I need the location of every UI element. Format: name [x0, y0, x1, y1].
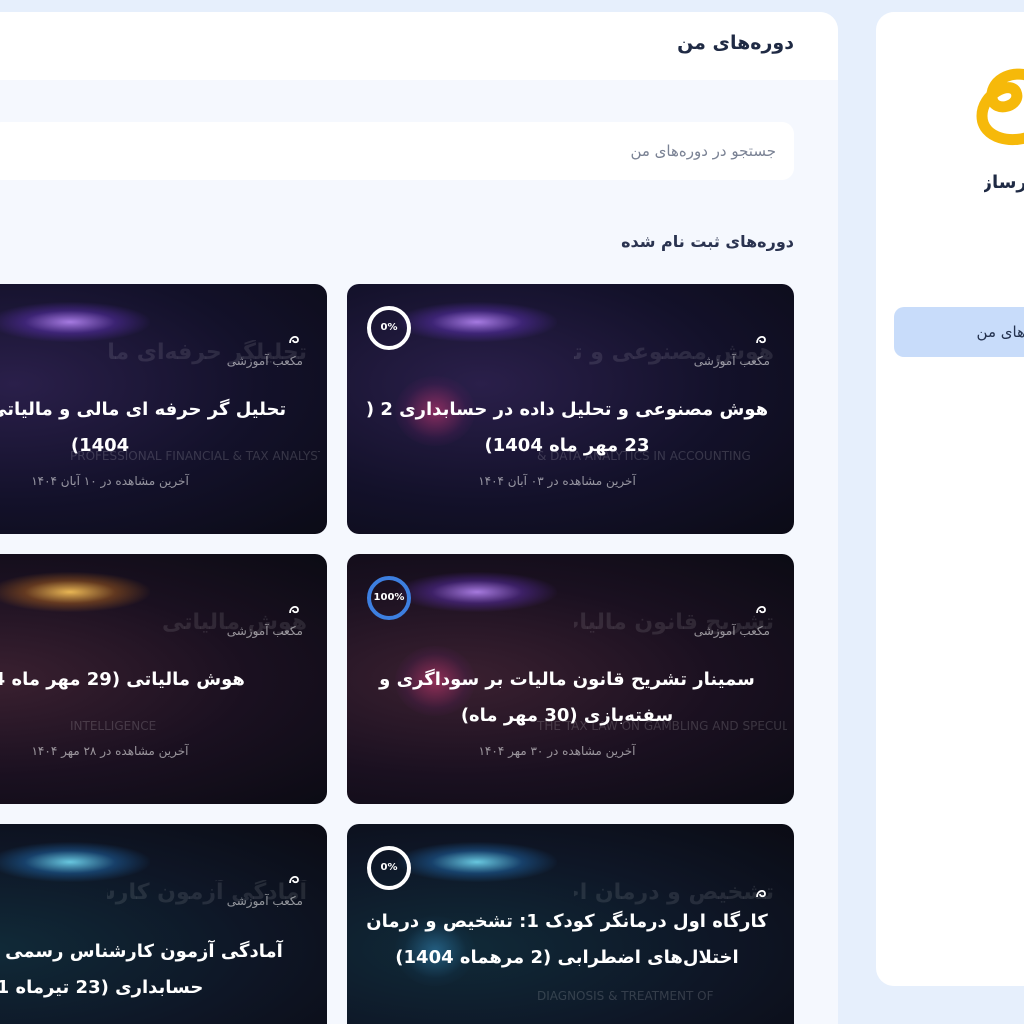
progress-percent: 0% [380, 862, 398, 873]
academy-tag: مکعب آموزشی [693, 624, 770, 638]
academy-tag: مکعب آموزشی [226, 354, 303, 368]
course-card[interactable]: هوش مالیاتی INTELLIGENCE مکعب آموزشی هوش… [0, 554, 327, 804]
last-seen-text: آخرین مشاهده در ۰۳ آبان ۱۴۰۴ [478, 474, 636, 488]
academy-logo-icon [289, 606, 299, 614]
academy-tag: مکعب آموزشی [226, 624, 303, 638]
light-beam-decoration [397, 302, 557, 342]
sidebar: کارساز دوره‌های من [876, 12, 1024, 986]
last-seen-text: آخرین مشاهده در ۳۰ مهر ۱۴۰۴ [478, 744, 636, 758]
course-title: کارگاه اول درمانگر کودک 1: تشخیص و درمان… [366, 911, 768, 968]
course-card[interactable]: هوش مصنوعی و تحلیل داده در حسابداری & DA… [347, 284, 794, 534]
academy-logo-icon [756, 890, 766, 898]
course-title: هوش مصنوعی و تحلیل داده در حسابداری 2 ( … [365, 399, 769, 456]
course-card[interactable]: آمادگی آزمون کارشناس رسمی دادگستری مکعب … [0, 824, 327, 1024]
light-beam-decoration [0, 842, 150, 882]
academy-tag: مکعب آموزشی [226, 894, 303, 908]
light-beam-decoration [397, 572, 557, 612]
last-seen-text: آخرین مشاهده در ۲۸ مهر ۱۴۰۴ [31, 744, 189, 758]
main-header: دوره‌های من [0, 12, 838, 80]
academy-logo-icon [289, 336, 299, 344]
light-beam-decoration [0, 302, 150, 342]
card-bg-title: تشریح قانون مالیات بر سوداگری [574, 610, 774, 635]
card-bg-title: آمادگی آزمون کارشناس رسمی دادگستری [107, 880, 307, 905]
course-title: تحلیل گر حرفه ای مالی و مالیاتی مهر ماه … [0, 399, 287, 456]
light-beam-decoration [0, 572, 150, 612]
sidebar-item-my-courses[interactable]: دوره‌های من [894, 307, 1024, 357]
card-bg-english: DIAGNOSIS & TREATMENT OF [537, 989, 714, 1003]
progress-percent: 0% [380, 322, 398, 333]
course-card[interactable]: تشریح قانون مالیات بر سوداگری THE TAX LA… [347, 554, 794, 804]
course-card[interactable]: تحلیلگر حرفه‌ای مالی و مالیاتی PROFESSIO… [0, 284, 327, 534]
card-bg-title: تحلیلگر حرفه‌ای مالی و مالیاتی [107, 340, 307, 365]
academy-tag: مکعب آموزشی [693, 354, 770, 368]
course-title: سمینار تشریح قانون مالیات بر سوداگری و س… [379, 669, 755, 726]
card-bg-title: هوش مالیاتی [162, 610, 307, 635]
card-bg-english: INTELLIGENCE [70, 719, 157, 733]
search-input[interactable] [0, 122, 794, 180]
academy-logo-icon [289, 876, 299, 884]
brand-logo-icon[interactable] [976, 64, 1024, 154]
search-box [0, 122, 794, 180]
card-bg-title: هوش مصنوعی و تحلیل داده در حسابداری [574, 340, 774, 365]
main-panel: دوره‌های من دوره‌های ثبت نام شده هوش مصن… [0, 12, 838, 1024]
light-beam-decoration [397, 842, 557, 882]
course-card[interactable]: تشخیص و درمان اختلال های اضطرابی کودک DI… [347, 824, 794, 1024]
academy-logo-icon [756, 606, 766, 614]
section-title: دوره‌های ثبت نام شده [621, 232, 794, 251]
brand-name: کارساز [984, 172, 1024, 193]
academy-logo-icon [756, 336, 766, 344]
progress-percent: 100% [373, 592, 405, 603]
course-title: هوش مالیاتی (29 مهر ماه 1404 [0, 669, 245, 690]
page-title: دوره‌های من [677, 32, 794, 54]
last-seen-text: آخرین مشاهده در ۱۰ آبان ۱۴۰۴ [31, 474, 189, 488]
course-title: آمادگی آزمون کارشناس رسمی دا گرایش حسابد… [0, 941, 283, 998]
